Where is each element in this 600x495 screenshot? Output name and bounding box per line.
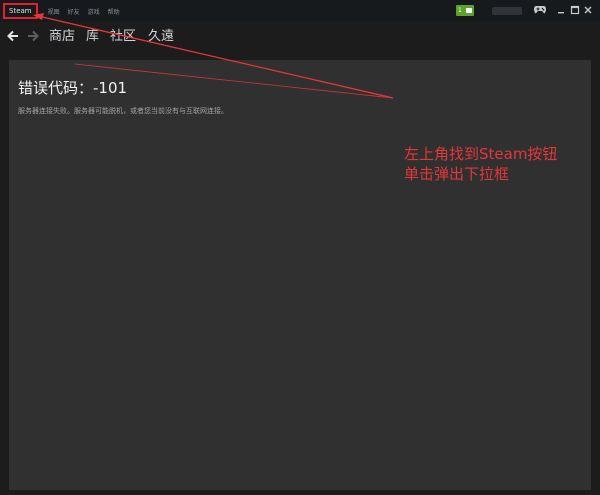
error-description: 服务器连接失败。服务器可能脱机，或者您当前没有与互联网连接。	[18, 107, 228, 115]
envelope-icon	[466, 8, 472, 13]
tab-store[interactable]: 商店	[49, 25, 75, 44]
notification-count: 1	[458, 7, 462, 14]
title-bar: Steam 视图 好友 游戏 帮助 1	[0, 0, 600, 22]
nav-bar: 商店 库 社区 久遠	[0, 22, 600, 60]
close-icon[interactable]	[582, 4, 594, 16]
minimize-icon[interactable]	[555, 4, 567, 16]
menu-bar: Steam 视图 好友 游戏 帮助	[3, 3, 128, 19]
arrow-left-icon[interactable]	[6, 29, 20, 43]
games-menu-button[interactable]: 游戏	[88, 7, 100, 16]
content-panel	[9, 60, 591, 490]
error-title: 错误代码：-101	[18, 79, 128, 97]
annotation-line-2: 单击弹出下拉框	[404, 165, 510, 183]
steam-menu-button[interactable]: Steam	[3, 3, 38, 19]
help-menu-button[interactable]: 帮助	[108, 7, 120, 16]
account-name[interactable]	[492, 7, 522, 15]
view-menu-button[interactable]: 视图	[48, 7, 60, 16]
tab-community[interactable]: 社区	[110, 25, 136, 44]
tab-jiuyou[interactable]: 久遠	[148, 25, 174, 44]
tab-library[interactable]: 库	[86, 25, 99, 44]
notification-badge[interactable]: 1	[456, 5, 474, 16]
annotation-line-1: 左上角找到Steam按钮	[404, 145, 558, 163]
maximize-icon[interactable]	[569, 4, 581, 16]
arrow-right-icon[interactable]	[26, 29, 40, 43]
controller-icon[interactable]	[534, 5, 546, 14]
annotation-text: 左上角找到Steam按钮 单击弹出下拉框	[404, 144, 594, 184]
friends-menu-button[interactable]: 好友	[68, 7, 80, 16]
